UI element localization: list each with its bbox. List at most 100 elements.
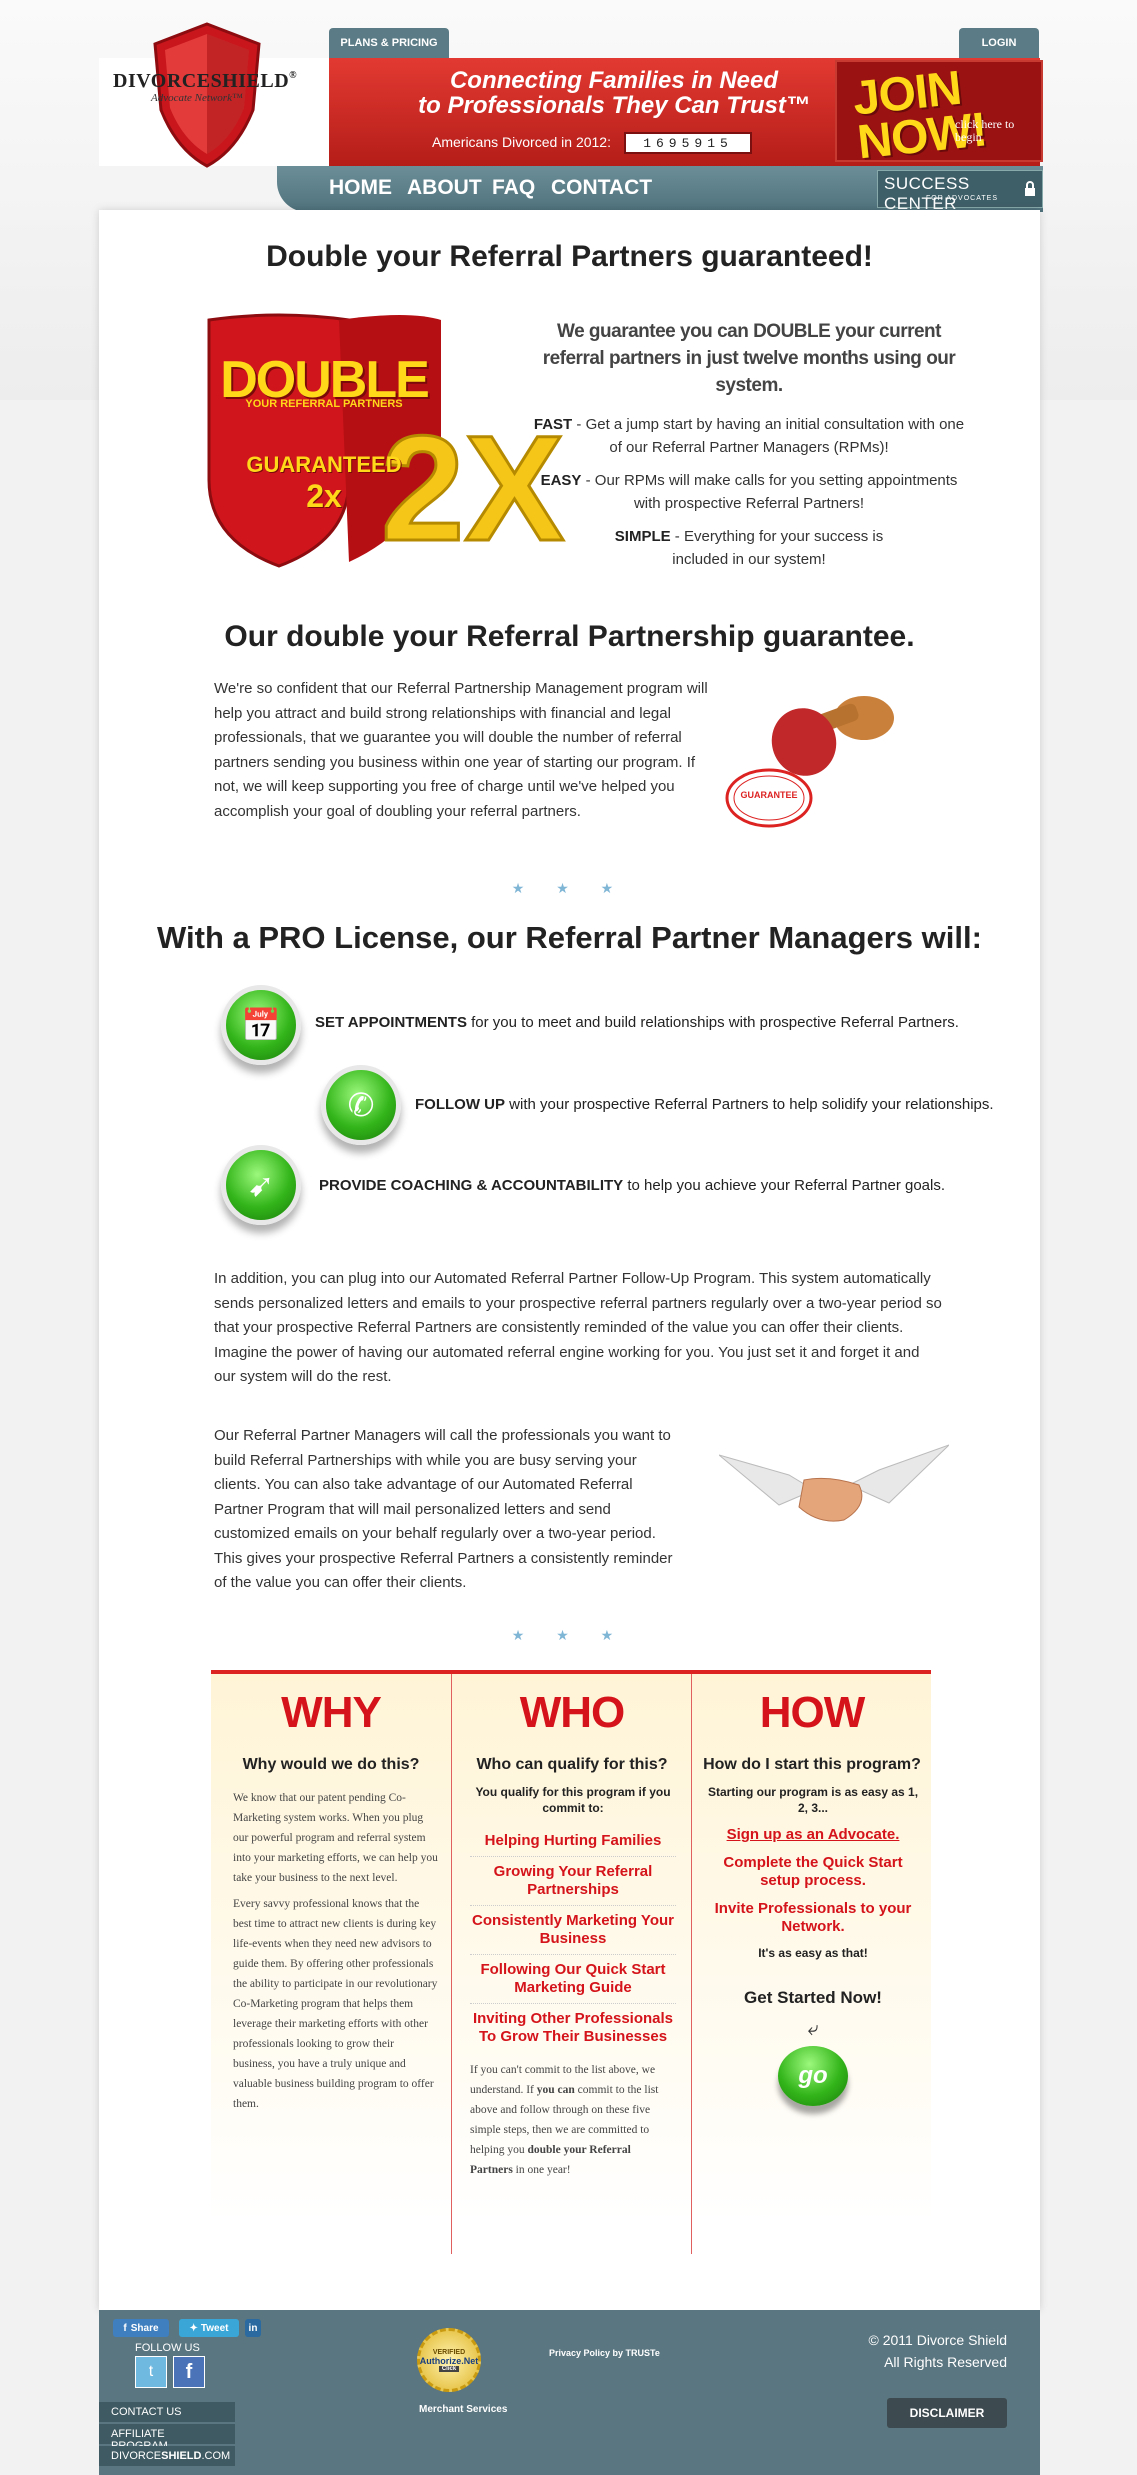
simple-label: SIMPLE bbox=[614, 528, 671, 545]
feature-follow-up: FOLLOW UP with your prospective Referral… bbox=[415, 1096, 994, 1113]
site-b: SHIELD bbox=[161, 2450, 202, 2462]
tagline-line-1: Connecting Families in Need bbox=[449, 67, 779, 94]
who-item: Following Our Quick Start Marketing Guid… bbox=[470, 1955, 676, 2004]
facebook-icon[interactable]: f bbox=[173, 2356, 205, 2388]
merchant-services-label: Merchant Services bbox=[419, 2404, 508, 2415]
auth-verified: VERIFIED bbox=[432, 2348, 466, 2356]
hero-title: Double your Referral Partners guaranteed… bbox=[266, 240, 873, 273]
why-body: We know that our patent pending Co-Marke… bbox=[233, 1788, 438, 2120]
feature-2-text: with your prospective Referral Partners … bbox=[505, 1096, 994, 1113]
join-now-text: JOIN NOW! bbox=[850, 61, 990, 170]
hero-fast: FAST - Get a jump start by having an ini… bbox=[533, 416, 965, 456]
site-a: DIVORCE bbox=[111, 2450, 162, 2462]
who-footnote: If you can't commit to the list above, w… bbox=[470, 2060, 676, 2180]
divider-stars-2: ★ ★ ★ bbox=[511, 1627, 628, 1643]
how-intro: Starting our program is as easy as 1, 2,… bbox=[707, 1785, 919, 1815]
pro-paragraph-2: Our Referral Partner Managers will call … bbox=[214, 1427, 673, 1591]
logo-reg-mark: ® bbox=[289, 70, 298, 81]
calendar-icon: 📅 bbox=[221, 985, 301, 1065]
who-foot-e: in one year! bbox=[512, 2164, 571, 2176]
footer-contact-us[interactable]: CONTACT US bbox=[99, 2402, 235, 2422]
who-foot-b: you can bbox=[536, 2084, 575, 2096]
easy-label: EASY bbox=[540, 472, 582, 489]
auth-click: Click bbox=[438, 2365, 460, 2372]
twitter-bird-icon: ✦ bbox=[189, 2322, 198, 2334]
linkedin-icon[interactable]: in bbox=[245, 2319, 261, 2337]
join-now-button[interactable]: JOIN NOW! click here to begin bbox=[835, 60, 1043, 169]
success-center-button[interactable]: SUCCESS CENTER FOR ADVOCATES bbox=[877, 170, 1043, 213]
logo-wordmark[interactable]: DIVORCESHIELD® bbox=[113, 70, 297, 93]
who-list: You qualify for this program if you comm… bbox=[470, 1784, 676, 2180]
guarantee-title: Our double your Referral Partnership gua… bbox=[224, 620, 915, 653]
divorce-counter: 1695915 bbox=[624, 132, 752, 154]
join-click-here: click here to begin bbox=[955, 117, 1015, 144]
guarantee-stamp-icon bbox=[725, 696, 894, 828]
feature-2-bold: FOLLOW UP bbox=[415, 1096, 505, 1113]
tagline-line-2: to Professionals They Can Trust™ bbox=[418, 92, 810, 119]
go-button[interactable]: go bbox=[778, 2046, 848, 2106]
arrow-down-icon: ⤶ bbox=[807, 2016, 819, 2040]
authorize-net-seal[interactable]: VERIFIED Authorize.Net Click bbox=[417, 2328, 481, 2392]
success-center-title: SUCCESS CENTER bbox=[884, 174, 970, 213]
easy-text: Our RPMs will make calls for you setting… bbox=[594, 472, 958, 512]
feature-1-bold: SET APPOINTMENTS bbox=[315, 1014, 467, 1031]
why-question: Why would we do this? bbox=[242, 1756, 420, 1773]
facebook-f-icon: f bbox=[123, 2322, 127, 2334]
nav-contact[interactable]: CONTACT bbox=[551, 176, 652, 200]
lock-icon bbox=[1025, 181, 1035, 196]
why-column: WHY Why would we do this? We know that o… bbox=[211, 1674, 451, 2254]
how-step-3: Invite Professionals to your Network. bbox=[714, 1900, 912, 1935]
divider-stars-1: ★ ★ ★ bbox=[511, 880, 628, 896]
how-list: Starting our program is as easy as 1, 2,… bbox=[702, 1784, 924, 2106]
footer-affiliate-program[interactable]: AFFILIATE PROGRAM bbox=[99, 2424, 235, 2452]
page: PLANS & PRICING LOGIN DIVORCESHIELD® Adv… bbox=[99, 0, 1043, 2475]
hero-copy: We guarantee you can DOUBLE your current… bbox=[529, 318, 969, 571]
who-column: WHO Who can qualify for this? You qualif… bbox=[451, 1674, 691, 2254]
guarantee-body: We're so confident that our Referral Par… bbox=[214, 680, 708, 820]
tweet-button[interactable]: ✦ Tweet bbox=[179, 2319, 239, 2337]
badge-guaranteed-text: GUARANTEED bbox=[246, 452, 402, 477]
who-question: Who can qualify for this? bbox=[476, 1756, 668, 1773]
how-step-2: Complete the Quick Start setup process. bbox=[723, 1854, 903, 1889]
coaching-whistle-icon: ➹ bbox=[221, 1145, 301, 1225]
sign-up-advocate-link[interactable]: Sign up as an Advocate. bbox=[702, 1826, 924, 1844]
who-item: Growing Your Referral Partnerships bbox=[470, 1857, 676, 1906]
who-item: Consistently Marketing Your Business bbox=[470, 1906, 676, 1955]
privacy-policy-link[interactable]: Privacy Policy by TRUSTe bbox=[549, 2348, 660, 2358]
fast-label: FAST bbox=[533, 416, 573, 433]
logo-word-divorce: DIVORCE bbox=[113, 70, 211, 92]
badge-sub-text: YOUR REFERRAL PARTNERS bbox=[245, 398, 403, 410]
fast-text: Get a jump start by having an initial co… bbox=[585, 416, 965, 456]
facebook-share-button[interactable]: f Share bbox=[113, 2319, 169, 2337]
feature-3-text: to help you achieve your Referral Partne… bbox=[623, 1177, 946, 1194]
tab-login[interactable]: LOGIN bbox=[959, 28, 1039, 58]
how-heading: HOW bbox=[759, 1688, 866, 1737]
why-who-how-table: WHY Why would we do this? We know that o… bbox=[211, 1670, 931, 2254]
how-question: How do I start this program? bbox=[703, 1756, 921, 1773]
tagline: Connecting Families in Need to Professio… bbox=[354, 68, 874, 118]
disclaimer-button[interactable]: DISCLAIMER bbox=[887, 2398, 1007, 2428]
who-item: Helping Hurting Families bbox=[470, 1826, 676, 1857]
footer-site-link[interactable]: DIVORCESHIELD.COM bbox=[99, 2446, 235, 2466]
nav-faq[interactable]: FAQ bbox=[492, 176, 535, 200]
who-intro: You qualify for this program if you comm… bbox=[475, 1785, 671, 1815]
all-rights-reserved: All Rights Reserved bbox=[884, 2354, 1007, 2370]
phone-icon: ✆ bbox=[321, 1065, 401, 1145]
footer: f Share ✦ Tweet in FOLLOW US t f CONTACT U… bbox=[99, 2310, 1040, 2475]
simple-text: Everything for your success is included … bbox=[672, 528, 884, 568]
feature-set-appointments: SET APPOINTMENTS for you to meet and bui… bbox=[315, 1014, 959, 1031]
who-heading: WHO bbox=[519, 1688, 626, 1737]
handshake-icon bbox=[719, 1444, 949, 1522]
twitter-icon[interactable]: t bbox=[135, 2356, 167, 2388]
follow-us-label: FOLLOW US bbox=[135, 2342, 200, 2354]
how-column: HOW How do I start this program? Startin… bbox=[691, 1674, 931, 2254]
why-paragraph-1: We know that our patent pending Co-Marke… bbox=[233, 1792, 438, 1884]
nav-home[interactable]: HOME bbox=[329, 176, 392, 200]
badge-2x-text: 2x bbox=[306, 478, 342, 514]
logo-word-shield: SHIELD bbox=[210, 70, 290, 92]
tab-plans-pricing[interactable]: PLANS & PRICING bbox=[329, 28, 449, 58]
site-c: .COM bbox=[201, 2450, 231, 2462]
copyright: © 2011 Divorce Shield bbox=[868, 2332, 1007, 2348]
nav-about[interactable]: ABOUT bbox=[407, 176, 482, 200]
hero-lead: We guarantee you can DOUBLE your current… bbox=[542, 321, 956, 396]
